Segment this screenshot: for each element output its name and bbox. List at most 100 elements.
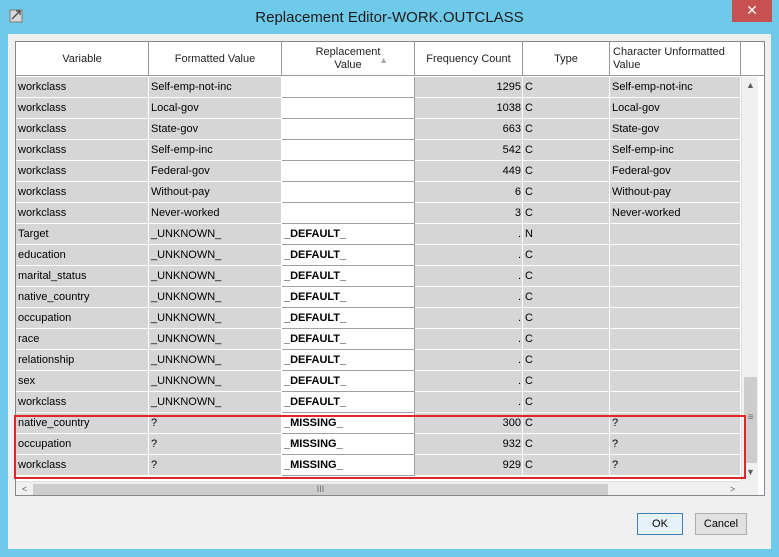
cell-replacement-value[interactable]	[282, 77, 415, 98]
ok-button[interactable]: OK	[637, 513, 683, 535]
cell-type: C	[523, 308, 610, 329]
cell-type: C	[523, 182, 610, 203]
cell-frequency-count: .	[415, 245, 523, 266]
cell-variable: workclass	[16, 98, 149, 119]
cell-replacement-value[interactable]: _MISSING_	[282, 455, 415, 476]
cell-variable: workclass	[16, 140, 149, 161]
cell-character-unformatted-value: Without-pay	[610, 182, 741, 203]
table-row[interactable]: workclass? _MISSING_ 929 C?	[16, 455, 741, 476]
cell-frequency-count: .	[415, 350, 523, 371]
horizontal-scroll-thumb[interactable]: III	[33, 484, 608, 495]
cell-frequency-count: 929	[415, 455, 523, 476]
cell-frequency-count: .	[415, 329, 523, 350]
horizontal-scrollbar[interactable]: < III >	[16, 481, 741, 495]
title-bar[interactable]: Replacement Editor-WORK.OUTCLASS ✕	[0, 0, 779, 34]
cell-replacement-value[interactable]: _DEFAULT_	[282, 308, 415, 329]
column-header-replacement-value[interactable]: Replacement Value ▲	[282, 42, 415, 76]
cell-replacement-value[interactable]: _DEFAULT_	[282, 224, 415, 245]
table-row[interactable]: occupation _UNKNOWN_ _DEFAULT_. C	[16, 308, 741, 329]
table-row[interactable]: education _UNKNOWN_ _DEFAULT_. C	[16, 245, 741, 266]
replacement-table: Variable Formatted Value Replacement Val…	[15, 41, 765, 496]
cell-character-unformatted-value	[610, 245, 741, 266]
table-row[interactable]: workclass Federal-gov 449 C Federal-gov	[16, 161, 741, 182]
table-row[interactable]: marital_status _UNKNOWN_ _DEFAULT_. C	[16, 266, 741, 287]
cell-variable: native_country	[16, 287, 149, 308]
table-row[interactable]: workclass Local-gov 1038 C Local-gov	[16, 98, 741, 119]
cell-replacement-value[interactable]	[282, 182, 415, 203]
cell-type: C	[523, 161, 610, 182]
cell-replacement-value[interactable]: _DEFAULT_	[282, 266, 415, 287]
cell-frequency-count: .	[415, 308, 523, 329]
cell-frequency-count: 300	[415, 413, 523, 434]
column-header-type[interactable]: Type	[523, 42, 610, 76]
cell-character-unformatted-value	[610, 392, 741, 413]
cell-character-unformatted-value	[610, 287, 741, 308]
dialog-client-area: Variable Formatted Value Replacement Val…	[8, 34, 771, 549]
cell-character-unformatted-value	[610, 266, 741, 287]
table-row[interactable]: Target _UNKNOWN_ _DEFAULT_. N	[16, 224, 741, 245]
cell-replacement-value[interactable]	[282, 119, 415, 140]
column-header-variable[interactable]: Variable	[16, 42, 149, 76]
cell-formatted-value: ?	[149, 413, 282, 434]
scroll-down-icon[interactable]: ▼	[742, 464, 759, 481]
table-row[interactable]: workclass State-gov 663 C State-gov	[16, 119, 741, 140]
cell-character-unformatted-value: ?	[610, 434, 741, 455]
cell-variable: workclass	[16, 455, 149, 476]
table-row[interactable]: workclass Self-emp-not-inc 1295 C Self-emp-n…	[16, 77, 741, 98]
column-header-frequency-count[interactable]: Frequency Count	[415, 42, 523, 76]
column-header-character-unformatted-value[interactable]: Character Unformatted Value	[610, 42, 741, 76]
table-row[interactable]: workclass _UNKNOWN_ _DEFAULT_. C	[16, 392, 741, 413]
cell-variable: Target	[16, 224, 149, 245]
cell-character-unformatted-value	[610, 329, 741, 350]
cell-variable: workclass	[16, 203, 149, 224]
cell-frequency-count: .	[415, 224, 523, 245]
cell-replacement-value[interactable]: _DEFAULT_	[282, 329, 415, 350]
table-row[interactable]: native_country _UNKNOWN_ _DEFAULT_. C	[16, 287, 741, 308]
table-row[interactable]: native_country? _MISSING_ 300 C?	[16, 413, 741, 434]
scroll-up-icon[interactable]: ▲	[742, 77, 759, 94]
table-row[interactable]: workclass Without-pay 6 C Without-pay	[16, 182, 741, 203]
cell-frequency-count: .	[415, 287, 523, 308]
cell-type: C	[523, 455, 610, 476]
cell-replacement-value[interactable]	[282, 98, 415, 119]
grip-icon: III	[316, 484, 325, 494]
cell-character-unformatted-value	[610, 224, 741, 245]
cell-replacement-value[interactable]: _MISSING_	[282, 434, 415, 455]
table-row[interactable]: workclass Never-worked 3 C Never-worked	[16, 203, 741, 224]
vertical-scroll-thumb[interactable]: ≡	[744, 377, 757, 463]
cell-frequency-count: 1295	[415, 77, 523, 98]
scroll-left-icon[interactable]: <	[16, 482, 33, 495]
cell-variable: native_country	[16, 413, 149, 434]
cell-frequency-count: .	[415, 392, 523, 413]
cell-replacement-value[interactable]	[282, 140, 415, 161]
cell-formatted-value: _UNKNOWN_	[149, 245, 282, 266]
cell-character-unformatted-value: Never-worked	[610, 203, 741, 224]
cell-replacement-value[interactable]	[282, 161, 415, 182]
table-row[interactable]: occupation? _MISSING_ 932 C?	[16, 434, 741, 455]
cell-replacement-value[interactable]: _DEFAULT_	[282, 371, 415, 392]
cell-replacement-value[interactable]	[282, 203, 415, 224]
column-header-formatted-value[interactable]: Formatted Value	[149, 42, 282, 76]
table-row[interactable]: relationship _UNKNOWN_ _DEFAULT_. C	[16, 350, 741, 371]
cell-replacement-value[interactable]: _DEFAULT_	[282, 392, 415, 413]
cell-variable: workclass	[16, 119, 149, 140]
close-button[interactable]: ✕	[732, 0, 772, 22]
cell-replacement-value[interactable]: _MISSING_	[282, 413, 415, 434]
scrollbar-corner	[741, 481, 758, 495]
cell-formatted-value: Self-emp-inc	[149, 140, 282, 161]
vertical-scrollbar[interactable]: ▲ ≡ ▼	[741, 77, 758, 481]
cell-variable: workclass	[16, 392, 149, 413]
cell-replacement-value[interactable]: _DEFAULT_	[282, 287, 415, 308]
cell-replacement-value[interactable]: _DEFAULT_	[282, 350, 415, 371]
cell-variable: workclass	[16, 182, 149, 203]
cell-replacement-value[interactable]: _DEFAULT_	[282, 245, 415, 266]
table-row[interactable]: sex _UNKNOWN_ _DEFAULT_. C	[16, 371, 741, 392]
cell-variable: relationship	[16, 350, 149, 371]
cell-variable: sex	[16, 371, 149, 392]
cell-formatted-value: _UNKNOWN_	[149, 224, 282, 245]
cell-formatted-value: _UNKNOWN_	[149, 329, 282, 350]
scroll-right-icon[interactable]: >	[724, 482, 741, 495]
cancel-button[interactable]: Cancel	[695, 513, 747, 535]
table-row[interactable]: workclass Self-emp-inc 542 C Self-emp-inc	[16, 140, 741, 161]
table-row[interactable]: race _UNKNOWN_ _DEFAULT_. C	[16, 329, 741, 350]
